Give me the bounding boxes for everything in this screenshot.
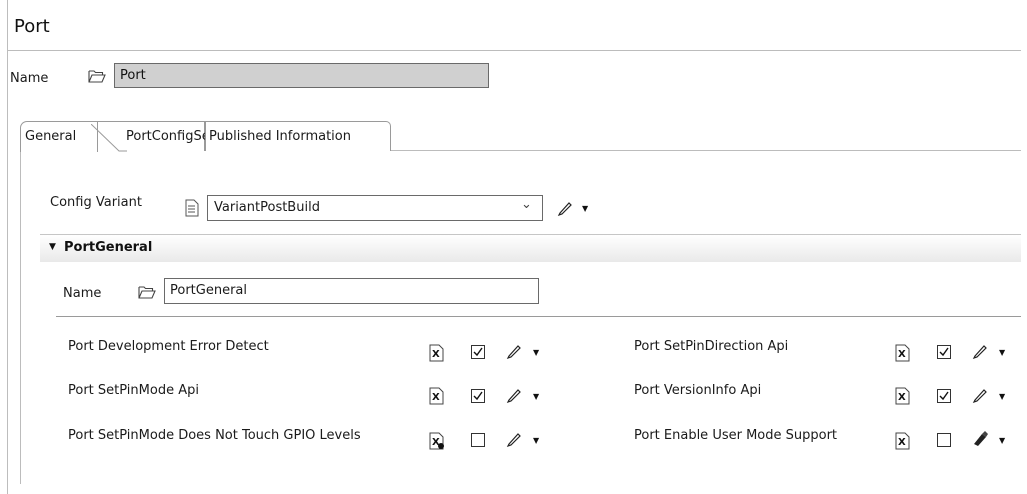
portgeneral-name-label: Name [63, 286, 102, 301]
pencil-icon[interactable] [972, 343, 988, 360]
x-document-icon: X [429, 387, 445, 405]
name-label: Name [10, 71, 49, 86]
dropdown-arrow-icon[interactable]: ▼ [533, 392, 539, 401]
pencil-icon[interactable] [506, 343, 522, 360]
checkbox-setpindirection-api[interactable] [937, 345, 951, 359]
dropdown-arrow-icon[interactable]: ▼ [999, 436, 1005, 445]
dropdown-arrow-icon[interactable]: ▼ [533, 436, 539, 445]
title-divider [8, 50, 1021, 51]
param-label: Port SetPinMode Does Not Touch GPIO Leve… [68, 428, 361, 443]
portgeneral-name-field[interactable]: PortGeneral [164, 278, 539, 304]
pencil-toggle-icon[interactable] [971, 430, 988, 446]
tab-general[interactable]: General [20, 121, 98, 152]
param-label: Port Development Error Detect [68, 339, 269, 354]
dropdown-arrow-icon[interactable]: ▼ [999, 392, 1005, 401]
param-label: Port VersionInfo Api [634, 383, 762, 398]
checkbox-user-mode-support[interactable] [937, 433, 951, 447]
pencil-icon[interactable] [506, 431, 522, 448]
name-field[interactable]: Port [114, 63, 489, 88]
pencil-icon[interactable] [972, 387, 988, 404]
tab-published-information[interactable]: Published Information [205, 121, 391, 151]
pencil-icon[interactable] [506, 387, 522, 404]
folder-open-icon [138, 285, 156, 299]
section-header-portgeneral[interactable]: ▼ PortGeneral [40, 234, 1021, 262]
svg-text:X: X [432, 392, 440, 403]
checkbox-dev-error-detect[interactable] [471, 345, 485, 359]
x-document-icon: X [895, 387, 911, 405]
svg-text:X: X [898, 392, 906, 403]
dropdown-arrow-icon[interactable]: ▼ [533, 348, 539, 357]
checkbox-setpinmode-api[interactable] [471, 389, 485, 403]
param-label: Port SetPinDirection Api [634, 339, 789, 354]
pencil-icon[interactable] [557, 200, 573, 217]
x-document-icon: X [895, 432, 911, 450]
x-document-icon: X [429, 432, 445, 450]
page-title: Port [14, 16, 50, 37]
param-label: Port SetPinMode Api [68, 383, 199, 398]
x-document-icon: X [895, 344, 911, 362]
document-icon [185, 199, 199, 221]
param-label: Port Enable User Mode Support [634, 428, 838, 443]
checkbox-versioninfo-api[interactable] [937, 389, 951, 403]
dropdown-arrow-icon[interactable]: ▼ [999, 348, 1005, 357]
config-variant-select[interactable]: VariantPostBuild [207, 195, 543, 221]
dropdown-arrow-icon[interactable]: ▼ [582, 204, 588, 213]
svg-text:X: X [432, 349, 440, 360]
svg-text:X: X [898, 349, 906, 360]
config-variant-label: Config Variant [50, 195, 142, 210]
svg-text:X: X [898, 437, 906, 448]
checkbox-no-touch-gpio[interactable] [471, 433, 485, 447]
collapse-caret-icon[interactable]: ▼ [49, 242, 56, 252]
x-document-icon: X [429, 344, 445, 362]
left-border [7, 0, 8, 494]
chevron-down-icon[interactable]: ⌄ [521, 197, 532, 212]
folder-open-icon [88, 69, 106, 83]
section-divider [56, 316, 1021, 317]
section-title: PortGeneral [64, 240, 153, 255]
tab-slant-decoration [91, 124, 127, 152]
